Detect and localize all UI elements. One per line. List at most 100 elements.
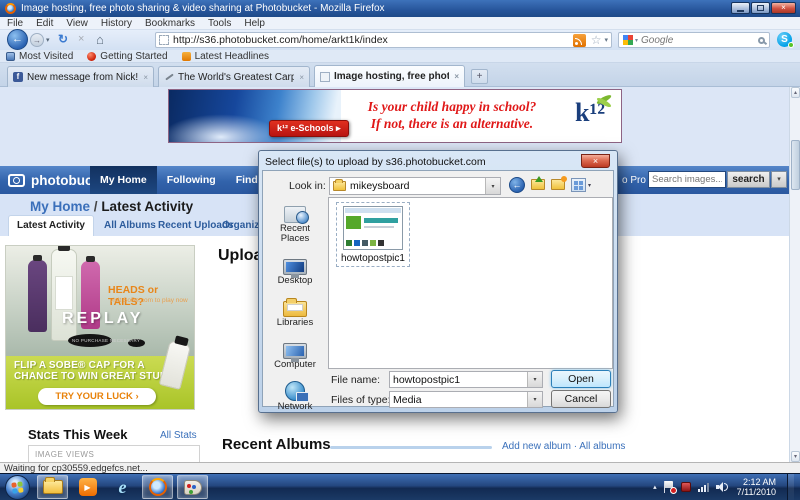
file-item-howtopostpic1[interactable]: howtopostpic1 — [336, 202, 410, 267]
back-button[interactable]: ← — [7, 29, 28, 50]
file-type-combobox[interactable]: Media ▾ — [389, 391, 543, 408]
combo-dropdown-icon[interactable]: ▾ — [527, 372, 542, 387]
dragonfly-icon — [593, 94, 615, 108]
sobe-ad[interactable]: HEADS or TAILS? visit SoBe.com to play n… — [5, 245, 195, 410]
skype-icon[interactable]: S — [777, 32, 792, 47]
page-scrollbar[interactable]: ▴ ▾ — [789, 87, 800, 462]
nav-my-home[interactable]: My Home — [90, 166, 157, 194]
tab-close-icon[interactable]: × — [299, 73, 304, 82]
new-folder-icon[interactable] — [551, 179, 565, 190]
menu-file[interactable]: File — [7, 18, 23, 29]
bookmark-star-icon[interactable]: ☆ — [591, 33, 602, 47]
taskbar-firefox[interactable] — [142, 475, 173, 499]
forward-button[interactable]: → — [30, 33, 44, 47]
file-list[interactable]: howtopostpic1 — [328, 197, 613, 369]
menu-bookmarks[interactable]: Bookmarks — [145, 18, 195, 29]
rss-icon[interactable] — [573, 34, 586, 47]
dialog-close-button[interactable]: × — [581, 154, 610, 168]
search-magnifier-icon[interactable] — [758, 37, 765, 44]
taskbar-explorer[interactable] — [37, 475, 68, 499]
all-stats-link[interactable]: All Stats — [160, 430, 197, 441]
action-center-icon[interactable] — [664, 481, 674, 493]
albums-links[interactable]: Add new album · All albums — [502, 441, 625, 452]
try-your-luck-button[interactable]: TRY YOUR LUCK › — [38, 388, 156, 405]
banner-eschools-button[interactable]: k¹² e-Schools ▸ — [269, 120, 349, 137]
address-bar[interactable]: ☆ ▾ — [155, 32, 612, 48]
menu-tools[interactable]: Tools — [208, 18, 231, 29]
page-favicon — [159, 35, 169, 45]
folder-icon — [333, 181, 346, 191]
breadcrumb-my-home[interactable]: My Home — [30, 199, 90, 214]
look-in-combobox[interactable]: mikeysboard ▾ — [329, 177, 501, 195]
taskbar-clock[interactable]: 2:12 AM 7/11/2010 — [735, 477, 776, 497]
antivirus-icon[interactable] — [681, 482, 691, 492]
tab-photobucket[interactable]: Image hosting, free photo sharin... × — [314, 65, 465, 87]
file-name-combobox[interactable]: howtopostpic1 ▾ — [389, 371, 543, 388]
web-search-input[interactable] — [641, 35, 758, 46]
bottle-purple — [28, 260, 47, 332]
menu-help[interactable]: Help — [244, 18, 265, 29]
combo-dropdown-icon[interactable]: ▾ — [485, 178, 500, 194]
place-computer[interactable]: Computer — [265, 335, 325, 370]
maximize-button[interactable] — [751, 2, 770, 14]
stop-button[interactable]: × — [78, 33, 84, 45]
system-tray: ▴ 2:12 AM 7/11/2010 — [653, 474, 800, 500]
tray-expand-icon[interactable]: ▴ — [653, 483, 657, 491]
window-titlebar[interactable]: Image hosting, free photo sharing & vide… — [0, 0, 800, 17]
paint-icon — [184, 480, 202, 495]
close-button[interactable]: × — [771, 2, 796, 14]
image-search-input[interactable] — [648, 171, 726, 188]
menu-edit[interactable]: Edit — [36, 18, 53, 29]
home-button[interactable]: ⌂ — [96, 32, 104, 47]
open-button[interactable]: Open — [551, 370, 611, 388]
up-one-level-icon[interactable] — [531, 179, 545, 190]
taskbar-internet-explorer[interactable]: e — [107, 475, 138, 499]
tab-facebook[interactable]: f New message from Nick! × — [7, 66, 154, 87]
taskbar-media-player[interactable]: ▶ — [72, 475, 103, 499]
place-network[interactable]: Network — [265, 377, 325, 412]
view-menu-icon[interactable] — [571, 178, 586, 192]
network-signal-icon[interactable] — [698, 483, 709, 492]
show-desktop-button[interactable] — [787, 474, 794, 500]
search-box[interactable]: ▾ — [618, 32, 770, 48]
address-input[interactable] — [173, 34, 573, 46]
start-button[interactable] — [5, 475, 30, 500]
tab-close-icon[interactable]: × — [143, 73, 148, 82]
place-libraries[interactable]: Libraries — [265, 293, 325, 328]
stats-row-header: IMAGE VIEWS — [35, 450, 94, 459]
tab-close-icon[interactable]: × — [454, 72, 459, 81]
place-recent-places[interactable]: Recent Places — [265, 199, 325, 244]
nav-following[interactable]: Following — [157, 166, 226, 194]
desktop-screen: Image hosting, free photo sharing & vide… — [0, 0, 800, 500]
most-visited-icon — [6, 52, 15, 61]
taskbar: ▶ e ▴ 2:12 AM 7/11/2010 — [0, 473, 800, 500]
search-options-dropdown[interactable]: ▾ — [771, 171, 787, 188]
view-menu-dropdown-icon[interactable]: ▾ — [588, 182, 591, 189]
menu-view[interactable]: View — [66, 18, 88, 29]
file-upload-dialog[interactable]: Select file(s) to upload by s36.photobuc… — [258, 150, 618, 413]
bookmark-getting-started[interactable]: Getting Started — [87, 51, 167, 62]
tab-carpet[interactable]: The World's Greatest Carpet Cleani... × — [158, 66, 310, 87]
new-tab-button[interactable]: + — [471, 69, 488, 84]
scroll-down-icon[interactable]: ▾ — [791, 451, 800, 462]
bookmark-most-visited[interactable]: Most Visited — [6, 51, 73, 62]
banner-ad[interactable]: k¹² e-Schools ▸ Is your child happy in s… — [168, 89, 622, 143]
image-search-button[interactable]: search — [727, 171, 770, 188]
history-dropdown-icon[interactable]: ▾ — [46, 36, 50, 44]
cancel-button[interactable]: Cancel — [551, 390, 611, 408]
place-desktop[interactable]: Desktop — [265, 251, 325, 286]
minimize-button[interactable] — [731, 2, 750, 14]
url-dropdown-icon[interactable]: ▾ — [604, 36, 608, 44]
menu-history[interactable]: History — [101, 18, 132, 29]
tab-latest-activity[interactable]: Latest Activity — [8, 215, 94, 236]
combo-dropdown-icon[interactable]: ▾ — [527, 392, 542, 407]
scrollbar-thumb[interactable] — [791, 140, 800, 190]
taskbar-paint[interactable] — [177, 475, 208, 499]
refresh-button[interactable]: ↻ — [58, 32, 68, 46]
scroll-up-icon[interactable]: ▴ — [791, 87, 800, 98]
go-pro-link[interactable]: o Pro — [622, 175, 646, 186]
volume-icon[interactable] — [716, 482, 728, 492]
bookmark-latest-headlines[interactable]: Latest Headlines — [182, 51, 270, 62]
dialog-back-button[interactable]: ← — [509, 177, 525, 193]
engine-dropdown-icon[interactable]: ▾ — [635, 37, 638, 44]
